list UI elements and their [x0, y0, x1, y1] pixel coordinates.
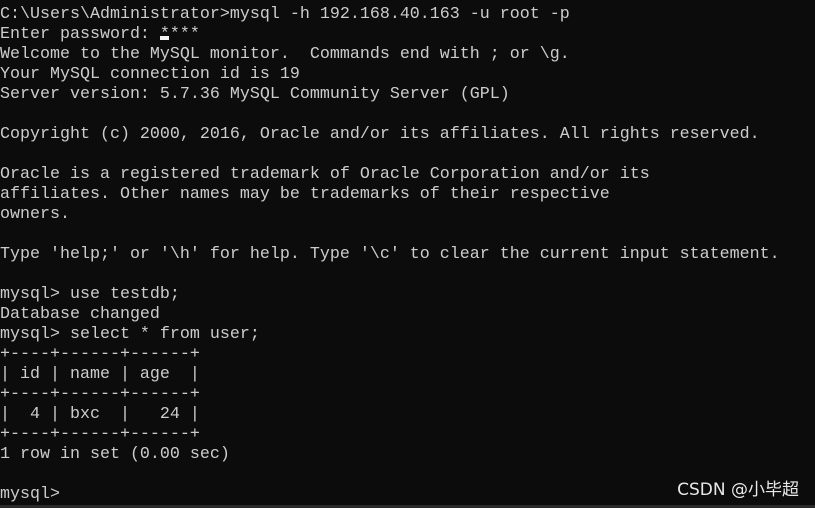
- terminal-output[interactable]: C:\Users\Administrator>mysql -h 192.168.…: [0, 5, 780, 505]
- terminal-line: Copyright (c) 2000, 2016, Oracle and/or …: [0, 125, 760, 144]
- terminal-line: C:\Users\Administrator>mysql -h 192.168.…: [0, 5, 570, 24]
- terminal-line: affiliates. Other names may be trademark…: [0, 185, 610, 204]
- terminal-line: +----+------+------+: [0, 345, 200, 364]
- terminal-line: Server version: 5.7.36 MySQL Community S…: [0, 85, 510, 104]
- terminal-line: Type 'help;' or '\h' for help. Type '\c'…: [0, 245, 780, 264]
- text-cursor: [160, 36, 169, 40]
- terminal-line: | id | name | age |: [0, 365, 200, 384]
- terminal-line: +----+------+------+: [0, 425, 200, 444]
- terminal-line: | 4 | bxc | 24 |: [0, 405, 200, 424]
- terminal-line: Oracle is a registered trademark of Orac…: [0, 165, 650, 184]
- terminal-line: owners.: [0, 205, 70, 224]
- terminal-line: mysql> use testdb;: [0, 285, 180, 304]
- terminal-line: Database changed: [0, 305, 160, 324]
- terminal-line: 1 row in set (0.00 sec): [0, 445, 230, 464]
- terminal-line: Welcome to the MySQL monitor. Commands e…: [0, 45, 570, 64]
- terminal-line: mysql>: [0, 485, 60, 504]
- watermark: CSDN @小毕超: [677, 480, 799, 500]
- terminal-line: Your MySQL connection id is 19: [0, 65, 300, 84]
- terminal-line: Enter password: ****: [0, 25, 200, 44]
- terminal-line: +----+------+------+: [0, 385, 200, 404]
- terminal-line: mysql> select * from user;: [0, 325, 260, 344]
